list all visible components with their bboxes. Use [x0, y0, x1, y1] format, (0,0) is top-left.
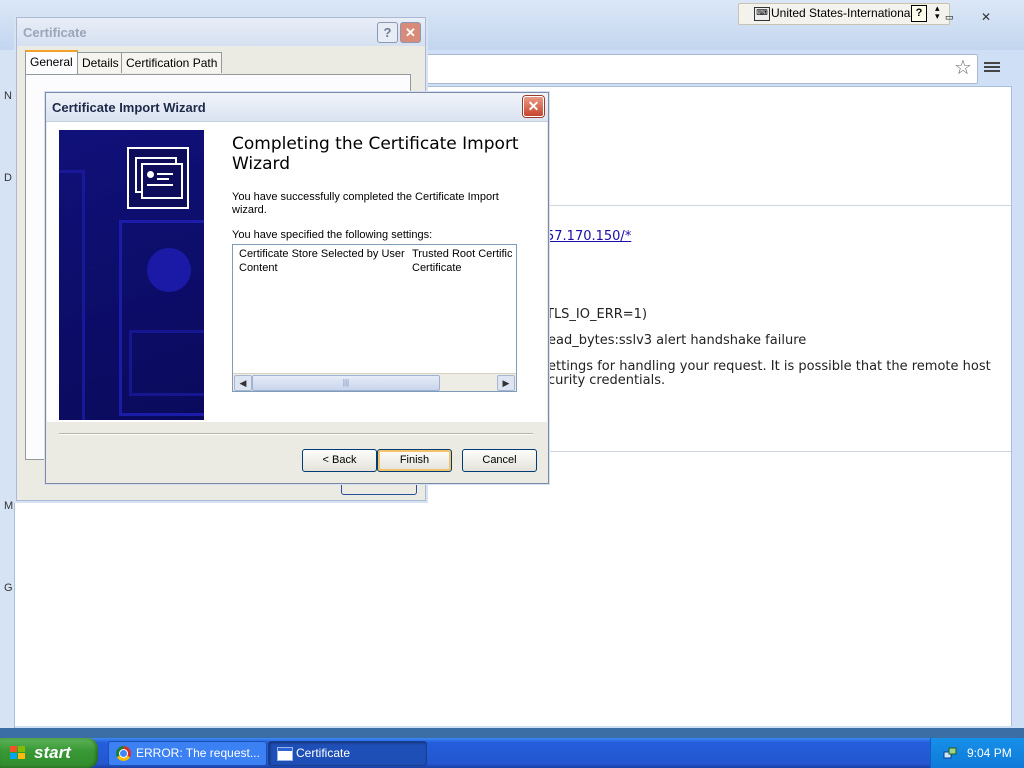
ok-button[interactable]: [341, 484, 417, 495]
close-button[interactable]: ✕: [400, 22, 421, 43]
taskbar-item-certificate[interactable]: Certificate: [268, 741, 427, 766]
bookmark-star-icon[interactable]: ☆: [952, 57, 974, 79]
chrome-icon: [116, 746, 131, 761]
finish-button[interactable]: Finish: [377, 449, 452, 472]
taskbar: start ERROR: The request... Certificate …: [0, 738, 1024, 768]
close-button[interactable]: ✕: [523, 96, 544, 117]
setting-name: Certificate Store Selected by User: [239, 248, 405, 260]
language-options-icon[interactable]: ▴ ▾: [935, 4, 940, 21]
start-button[interactable]: start: [0, 738, 98, 768]
wizard-title: Certificate Import Wizard: [52, 100, 206, 115]
success-text: You have successfully completed the Cert…: [232, 191, 499, 216]
setting-name: Content: [239, 262, 278, 274]
edge-letter: G: [4, 582, 13, 594]
edge-letter: M: [4, 500, 14, 512]
taskbar-item-browser[interactable]: ERROR: The request...: [108, 741, 267, 766]
desktop-edge: N D M G: [0, 50, 15, 728]
certificate-titlebar: Certificate ? ✕: [17, 18, 425, 46]
divider: [59, 433, 533, 435]
windows-flag-icon: [10, 746, 26, 760]
start-label: start: [34, 743, 71, 762]
error-url-link[interactable]: 57.170.150/*: [546, 229, 631, 244]
edge-letter: N: [4, 90, 12, 102]
tab-details[interactable]: Details: [77, 52, 124, 73]
certificate-window-icon: [277, 747, 293, 761]
help-button[interactable]: ?: [377, 22, 398, 43]
language-bar[interactable]: ⌨ United States-International ? ▴ ▾: [738, 3, 950, 25]
error-message-line1: ettings for handling your request. It is…: [548, 359, 991, 374]
back-button[interactable]: < Back: [302, 449, 377, 472]
certificate-title: Certificate: [23, 25, 87, 40]
scroll-right-icon[interactable]: ▶: [497, 375, 515, 391]
certificate-icon: [127, 147, 189, 209]
system-tray: 9:04 PM: [930, 738, 1024, 768]
taskbar-item-label: ERROR: The request...: [136, 746, 260, 760]
import-wizard-dialog: Certificate Import Wizard ✕ Completing t…: [45, 92, 549, 484]
error-detail: ead_bytes:sslv3 alert handshake failure: [548, 333, 807, 348]
edge-letter: D: [4, 172, 12, 184]
error-message-line2: curity credentials.: [548, 373, 666, 388]
hamburger-menu-icon[interactable]: [984, 60, 1000, 76]
wizard-titlebar: Certificate Import Wizard ✕: [46, 93, 548, 122]
cancel-button[interactable]: Cancel: [462, 449, 537, 472]
clock[interactable]: 9:04 PM: [967, 738, 1012, 768]
error-code: TLS_IO_ERR=1): [546, 307, 648, 322]
browser-close-icon[interactable]: ✕: [966, 10, 1006, 26]
settings-list[interactable]: Certificate Store Selected by User Trust…: [232, 244, 517, 392]
help-icon[interactable]: ?: [911, 5, 927, 22]
wizard-heading: Completing the Certificate Import Wizard: [232, 134, 519, 174]
setting-value: Trusted Root Certification Authorities: [412, 248, 512, 260]
network-icon[interactable]: [943, 746, 957, 760]
taskbar-item-label: Certificate: [296, 746, 351, 760]
address-bar[interactable]: [420, 54, 978, 84]
input-language[interactable]: United States-International: [771, 6, 913, 20]
scroll-left-icon[interactable]: ◀: [234, 375, 252, 391]
tab-certification-path[interactable]: Certification Path: [121, 52, 223, 73]
restore-icon[interactable]: ▭: [945, 12, 959, 23]
tab-general[interactable]: General: [25, 50, 78, 76]
horizontal-scrollbar[interactable]: ◀ ||| ▶: [233, 373, 516, 391]
wizard-side-banner: [59, 130, 204, 420]
scroll-thumb[interactable]: |||: [252, 375, 440, 391]
settings-label: You have specified the following setting…: [232, 229, 433, 241]
setting-value: Certificate: [412, 262, 462, 274]
keyboard-icon: ⌨: [754, 7, 770, 21]
